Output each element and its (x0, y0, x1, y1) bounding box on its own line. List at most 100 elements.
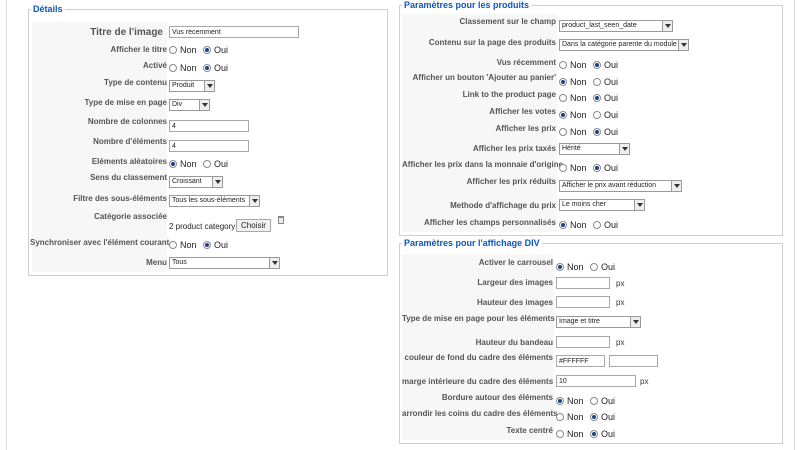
chevron-down-icon (630, 317, 640, 327)
show-title-yes-label: Oui (214, 45, 229, 55)
chevron-down-icon (678, 40, 688, 50)
border-yes-radio[interactable] (590, 397, 599, 405)
sync-label: Synchroniser avec l'élément courant (30, 238, 170, 247)
random-radios: Non Oui (169, 159, 232, 169)
currency-yes-label: Oui (604, 163, 619, 173)
padding-unit: px (640, 377, 649, 386)
layout-value: Div (172, 101, 183, 108)
carousel-no-radio[interactable] (556, 263, 564, 271)
border-no-radio[interactable] (556, 397, 564, 405)
method-label: Methode d'affichage du prix (450, 201, 556, 210)
img-width-label: Largeur des images (477, 278, 553, 287)
page-border-right (794, 0, 795, 450)
add-cart-no-label: Non (570, 77, 587, 87)
add-cart-yes-label: Oui (604, 77, 619, 87)
show-title-yes-radio[interactable] (203, 46, 212, 54)
add-cart-yes-radio[interactable] (593, 78, 602, 86)
border-yes-label: Oui (601, 396, 616, 406)
prices-no-radio[interactable] (559, 128, 567, 136)
method-select[interactable]: Le moins cher (559, 199, 645, 211)
banner-input[interactable] (556, 336, 610, 348)
prices-label: Afficher les prix (495, 124, 556, 133)
item-layout-select[interactable]: Image et titre (556, 316, 641, 328)
currency-no-radio[interactable] (559, 164, 567, 172)
ranking-value: product_last_seen_date (562, 22, 637, 29)
subfilter-label: Filtre des sous-éléments (73, 194, 167, 203)
sort-label: Sens du classement (90, 173, 167, 182)
items-input[interactable] (169, 140, 249, 152)
prices-yes-label: Oui (604, 127, 619, 137)
item-layout-value: Image et titre (559, 318, 600, 325)
random-yes-radio[interactable] (203, 160, 212, 168)
carousel-yes-radio[interactable] (590, 263, 599, 271)
prices-yes-radio[interactable] (593, 128, 602, 136)
custom-no-radio[interactable] (559, 221, 567, 229)
votes-no-radio[interactable] (559, 111, 567, 119)
layout-select[interactable]: Div (169, 99, 210, 111)
custom-yes-radio[interactable] (593, 221, 602, 229)
category-label: Catégorie associée (94, 212, 167, 221)
padding-input[interactable] (556, 375, 636, 387)
product-content-label: Contenu sur la page des produits (428, 38, 556, 47)
add-cart-radios: Non Oui (559, 77, 622, 87)
show-title-label: Afficher le titre (110, 45, 167, 54)
active-no-radio[interactable] (169, 64, 177, 72)
img-height-input[interactable] (556, 296, 610, 308)
trash-icon[interactable] (278, 216, 284, 224)
active-yes-label: Oui (214, 63, 229, 73)
rounded-yes-label: Oui (601, 412, 616, 422)
random-no-label: Non (180, 159, 197, 169)
currency-no-label: Non (570, 163, 587, 173)
center-no-label: Non (567, 429, 584, 439)
bgcolor-preview[interactable] (609, 355, 658, 367)
chevron-down-icon (662, 21, 672, 31)
center-radios: Non Oui (556, 429, 619, 439)
votes-yes-radio[interactable] (593, 111, 602, 119)
products-legend: Paramètres pour les produits (404, 0, 530, 10)
random-no-radio[interactable] (169, 160, 177, 168)
img-width-input[interactable] (556, 277, 610, 289)
product-content-select[interactable]: Dans la catégorie parente du module (559, 39, 689, 51)
recent-radios: Non Oui (559, 60, 622, 70)
link-no-radio[interactable] (559, 94, 567, 102)
add-cart-no-radio[interactable] (559, 78, 567, 86)
subfilter-select[interactable]: Tous les sous-éléments (169, 195, 260, 207)
sync-no-radio[interactable] (169, 241, 177, 249)
prices-no-label: Non (570, 127, 587, 137)
link-yes-radio[interactable] (593, 94, 602, 102)
menu-select[interactable]: Tous (169, 257, 280, 269)
columns-input[interactable] (169, 120, 249, 132)
carousel-no-label: Non (567, 262, 584, 272)
taxed-select[interactable]: Hérité (559, 143, 630, 155)
ranking-select[interactable]: product_last_seen_date (559, 20, 673, 32)
menu-value: Tous (172, 259, 187, 266)
choose-category-button[interactable]: Choisir (236, 219, 271, 232)
reduced-select[interactable]: Afficher le prix avant réduction (559, 180, 682, 192)
sort-select[interactable]: Croissant (169, 176, 223, 188)
center-yes-radio[interactable] (590, 430, 599, 438)
recent-yes-radio[interactable] (593, 61, 602, 69)
active-yes-radio[interactable] (203, 64, 212, 72)
rounded-no-radio[interactable] (556, 413, 564, 421)
title-label: Titre de l'image (90, 27, 163, 38)
show-title-no-label: Non (180, 45, 197, 55)
currency-yes-radio[interactable] (593, 164, 602, 172)
page-border-left (6, 0, 7, 450)
chevron-down-icon (619, 144, 629, 154)
category-value: 2 product category (169, 222, 236, 231)
votes-no-label: Non (570, 110, 587, 120)
reduced-label: Afficher les prix réduits (466, 177, 556, 186)
center-yes-label: Oui (601, 429, 616, 439)
title-input[interactable] (169, 26, 299, 38)
active-radios: Non Oui (169, 63, 232, 73)
sync-yes-radio[interactable] (203, 241, 212, 249)
link-yes-label: Oui (604, 93, 619, 103)
chevron-down-icon (634, 200, 644, 210)
show-title-no-radio[interactable] (169, 46, 177, 54)
recent-no-radio[interactable] (559, 61, 567, 69)
center-no-radio[interactable] (556, 430, 564, 438)
rounded-yes-radio[interactable] (590, 413, 599, 421)
bgcolor-input[interactable] (556, 355, 605, 367)
votes-radios: Non Oui (559, 110, 622, 120)
content-type-select[interactable]: Produit (169, 80, 215, 92)
